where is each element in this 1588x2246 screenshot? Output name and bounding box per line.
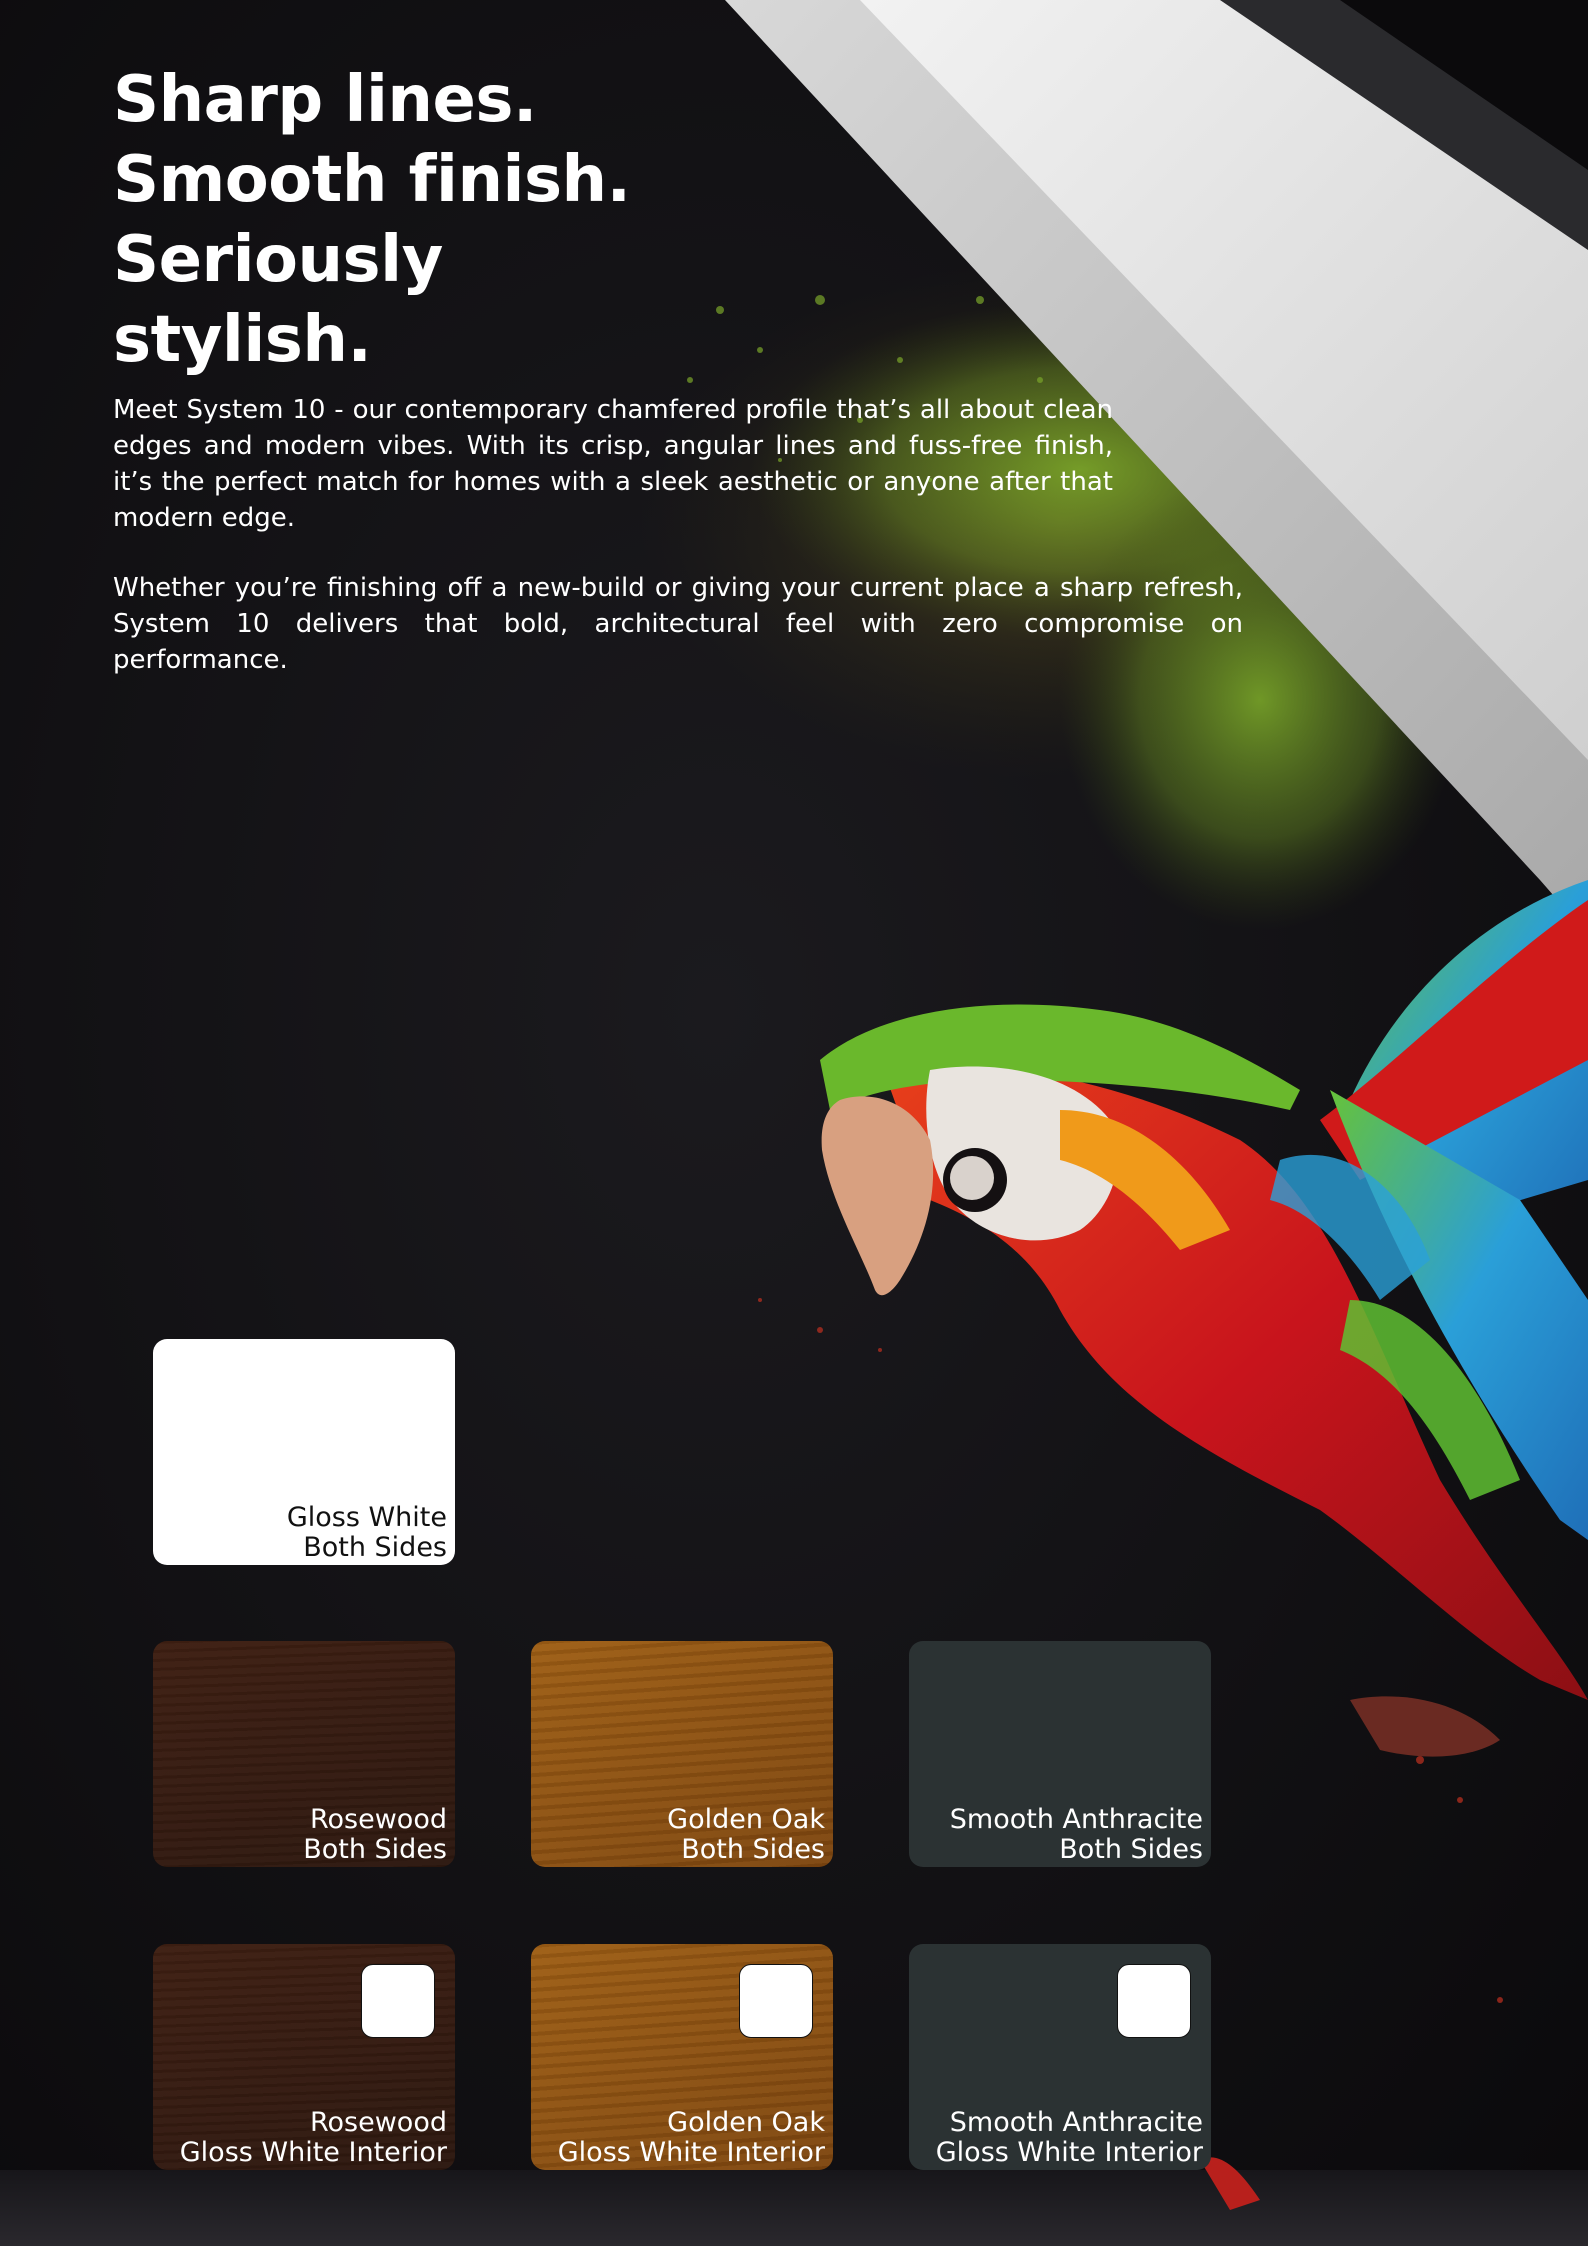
interior-white-chip — [361, 1964, 435, 2038]
swatch-sides: Gloss White Interior — [935, 2137, 1203, 2168]
swatch-label: Rosewood Gloss White Interior — [180, 2108, 447, 2168]
swatch-sides: Both Sides — [681, 1834, 825, 1865]
intro-paragraph: Meet System 10 - our contemporary chamfe… — [113, 395, 1113, 533]
headline: Sharp lines. Smooth finish. Seriously st… — [113, 60, 631, 380]
swatch-golden-oak: Golden Oak Both Sides — [531, 1641, 833, 1867]
interior-white-chip — [739, 1964, 813, 2038]
headline-line-3: Seriously — [113, 223, 443, 297]
swatch-name: Smooth Anthracite — [949, 2107, 1203, 2138]
swatch-name: Golden Oak — [667, 2107, 825, 2138]
swatch-sides: Both Sides — [1059, 1834, 1203, 1865]
swatch-smooth-anthracite: Smooth Anthracite Both Sides — [909, 1641, 1211, 1867]
swatch-name: Rosewood — [309, 2107, 447, 2138]
swatch-sides: Both Sides — [303, 1834, 447, 1865]
swatch-gloss-white: Gloss White Both Sides — [153, 1339, 455, 1565]
swatch-smooth-anthracite-gloss-white-interior: Smooth Anthracite Gloss White Interior — [909, 1944, 1211, 2170]
swatch-name: Rosewood — [309, 1804, 447, 1835]
swatch-label: Rosewood Both Sides — [303, 1805, 447, 1865]
swatch-label: Golden Oak Gloss White Interior — [558, 2108, 825, 2168]
swatch-sides: Gloss White Interior — [179, 2137, 447, 2168]
swatch-sides: Gloss White Interior — [557, 2137, 825, 2168]
swatch-label: Golden Oak Both Sides — [667, 1805, 825, 1865]
swatch-golden-oak-gloss-white-interior: Golden Oak Gloss White Interior — [531, 1944, 833, 2170]
headline-line-2: Smooth finish. — [113, 143, 631, 217]
swatch-rosewood-gloss-white-interior: Rosewood Gloss White Interior — [153, 1944, 455, 2170]
swatch-name: Gloss White — [286, 1502, 447, 1533]
swatch-name: Smooth Anthracite — [949, 1804, 1203, 1835]
second-paragraph: Whether you’re finishing off a new-build… — [113, 573, 1243, 675]
headline-line-1: Sharp lines. — [113, 63, 537, 137]
interior-white-chip — [1117, 1964, 1191, 2038]
swatch-label: Smooth Anthracite Gloss White Interior — [936, 2108, 1203, 2168]
swatch-label: Smooth Anthracite Both Sides — [950, 1805, 1203, 1865]
swatch-name: Golden Oak — [667, 1804, 825, 1835]
swatch-label: Gloss White Both Sides — [287, 1503, 447, 1563]
swatch-sides: Both Sides — [303, 1532, 447, 1563]
swatch-rosewood: Rosewood Both Sides — [153, 1641, 455, 1867]
headline-line-4: stylish. — [113, 303, 372, 377]
